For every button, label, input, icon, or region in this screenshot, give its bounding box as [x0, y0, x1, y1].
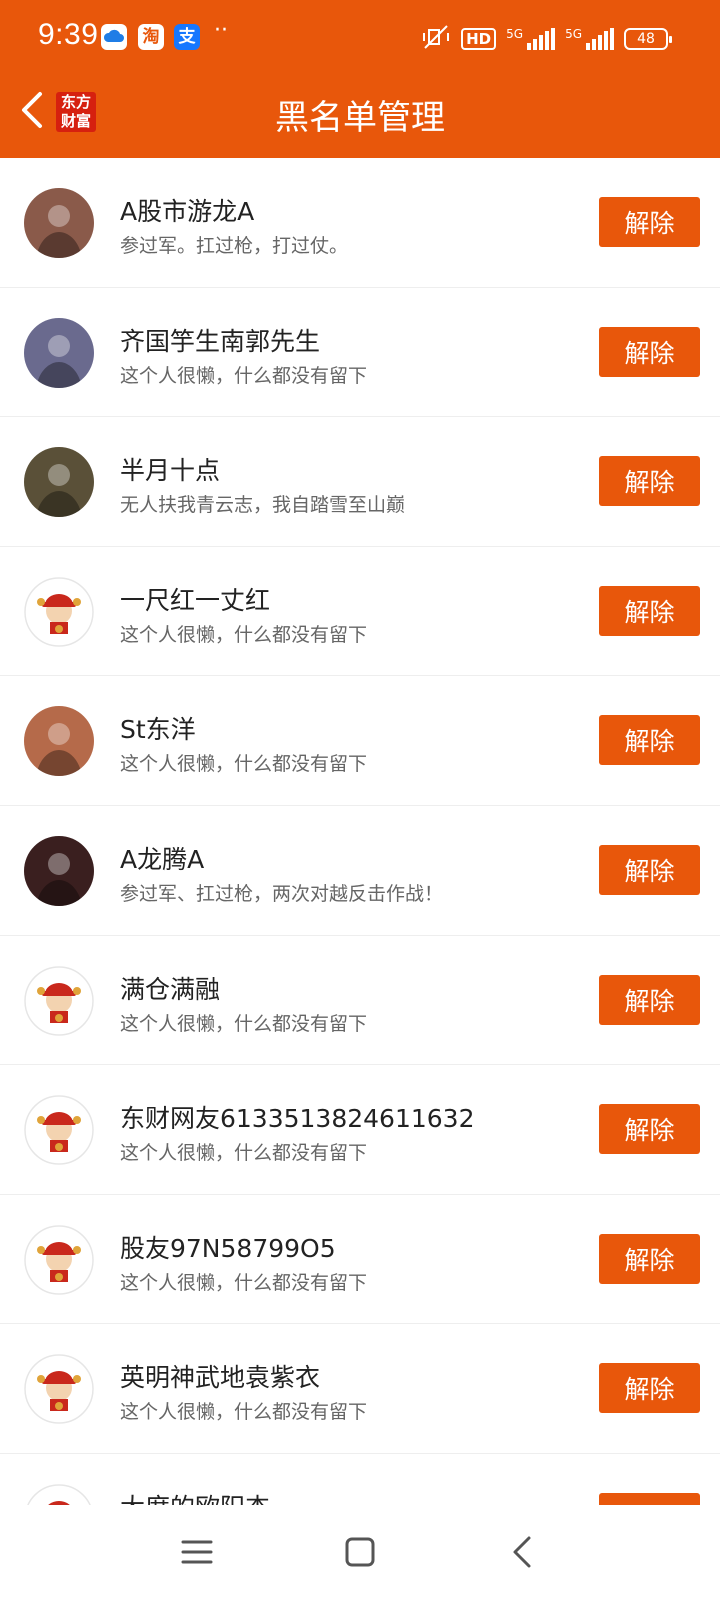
blacklist: A股市游龙A 参过军。扛过枪，打过仗。 解除 齐国竽生南郭先生 这个人很懒，什么都没有… — [0, 158, 720, 1505]
list-item[interactable]: St东洋这个人很懒，什么都没有留下 解除 — [0, 676, 720, 806]
user-name: 满仓满融 — [120, 974, 221, 1004]
user-name: 齐国竽生南郭先生 — [120, 326, 321, 356]
list-item[interactable]: A股市游龙A 参过军。扛过枪，打过仗。 解除 — [0, 158, 720, 288]
app-header: 9:39 淘 支 ·· HD 5G 5G 48 东方 财富 黑名单管理 — [0, 0, 720, 158]
back-icon[interactable] — [497, 1527, 547, 1577]
user-name: 英明神武地袁紫衣 — [120, 1363, 321, 1393]
user-name: St东洋 — [120, 715, 196, 745]
cloud-icon — [101, 24, 127, 50]
user-name: 股友97N58799O5 — [120, 1233, 336, 1263]
avatar[interactable] — [24, 1225, 94, 1295]
user-name: 一尺红一丈红 — [120, 585, 271, 615]
user-name: 半月十点 — [120, 456, 221, 486]
avatar[interactable] — [24, 1095, 94, 1165]
home-icon[interactable] — [335, 1527, 385, 1577]
unblock-button[interactable]: 解除 — [599, 715, 700, 766]
user-bio: 这个人很懒，什么都没有留下 — [120, 364, 368, 387]
user-bio: 这个人很懒，什么都没有留下 — [120, 1401, 368, 1424]
status-bar: 9:39 淘 支 ·· HD 5G 5G 48 — [0, 0, 720, 78]
unblock-button[interactable]: 解除 — [599, 844, 700, 895]
user-bio: 这个人很懒，什么都没有留下 — [120, 1142, 368, 1165]
list-item[interactable]: 东财网友6133513824611632 这个人很懒，什么都没有留下 解除 — [0, 1065, 720, 1195]
list-item[interactable]: 一尺红一丈红这个人很懒，什么都没有留下 解除 — [0, 546, 720, 677]
user-bio: 这个人很懒，什么都没有留下 — [120, 1012, 368, 1035]
avatar[interactable] — [24, 965, 94, 1036]
user-name: A龙腾A — [120, 844, 205, 874]
list-item[interactable]: 半月十点无人扶我青云志，我自踏雪至山巅 解除 — [0, 417, 720, 547]
alipay-icon: 支 — [174, 24, 200, 50]
list-item[interactable]: 齐国竽生南郭先生这个人很懒，什么都没有留下 解除 — [0, 287, 720, 418]
user-bio: 无人扶我青云志，我自踏雪至山巅 — [120, 494, 406, 517]
signal-icon-2: 5G — [565, 28, 614, 50]
nav-bar: 东方 财富 黑名单管理 — [0, 78, 720, 158]
taobao-icon: 淘 — [138, 24, 164, 50]
avatar[interactable] — [24, 1354, 94, 1425]
list-item[interactable]: 股友97N58799O5 这个人很懒，什么都没有留下 解除 — [0, 1194, 720, 1325]
page-title: 黑名单管理 — [275, 98, 445, 138]
unblock-button[interactable]: 解除 — [599, 1363, 700, 1414]
list-item[interactable]: A龙腾A 参过军、扛过枪，两次对越反击作战！ 解除 — [0, 805, 720, 936]
list-item[interactable]: 英明神武地袁紫衣这个人很懒，什么都没有留下 解除 — [0, 1324, 720, 1454]
unblock-button[interactable]: 解除 — [599, 197, 700, 247]
avatar[interactable] — [24, 577, 94, 647]
status-time: 9:39 — [38, 18, 99, 51]
user-bio: 参过军。扛过枪，打过仗。 — [120, 235, 349, 257]
mute-vibrate-icon — [421, 24, 451, 54]
unblock-button[interactable]: 解除 — [599, 1104, 700, 1155]
unblock-button[interactable]: 解除 — [599, 326, 700, 377]
user-bio: 这个人很懒，什么都没有留下 — [120, 753, 368, 776]
unblock-button[interactable]: 解除 — [599, 456, 700, 507]
more-notifications-icon: ·· — [214, 18, 228, 43]
user-name: A股市游龙A — [120, 197, 255, 226]
list-item[interactable]: 满仓满融这个人很懒，什么都没有留下 解除 — [0, 935, 720, 1066]
avatar[interactable] — [24, 317, 94, 388]
avatar[interactable] — [24, 1484, 94, 1505]
user-name: 大度的欧阳杰 — [120, 1488, 270, 1505]
user-bio: 参过军、扛过枪，两次对越反击作战！ — [120, 882, 444, 905]
unblock-button[interactable]: 解除 — [599, 1492, 700, 1505]
network-type-2: 5G — [565, 27, 582, 41]
system-navigation-bar — [0, 1505, 720, 1600]
unblock-button[interactable]: 解除 — [599, 1233, 700, 1284]
signal-icon: 5G — [506, 27, 556, 50]
avatar[interactable] — [24, 447, 94, 518]
hd-badge: HD — [461, 28, 497, 50]
avatar[interactable] — [24, 188, 94, 258]
list-item[interactable]: 大度的欧阳杰 解除 — [0, 1453, 720, 1505]
user-bio: 这个人很懒，什么都没有留下 — [120, 1271, 368, 1294]
avatar[interactable] — [24, 706, 94, 777]
user-name: 东财网友6133513824611632 — [120, 1104, 475, 1134]
system-indicators: HD 5G 5G 48 — [421, 24, 672, 54]
user-bio: 这个人很懒，什么都没有留下 — [120, 623, 368, 646]
network-type: 5G — [506, 27, 524, 41]
unblock-button[interactable]: 解除 — [599, 585, 700, 636]
unblock-button[interactable]: 解除 — [599, 974, 700, 1025]
avatar[interactable] — [24, 835, 94, 906]
battery-icon: 48 — [624, 28, 672, 50]
menu-icon[interactable] — [172, 1527, 222, 1577]
